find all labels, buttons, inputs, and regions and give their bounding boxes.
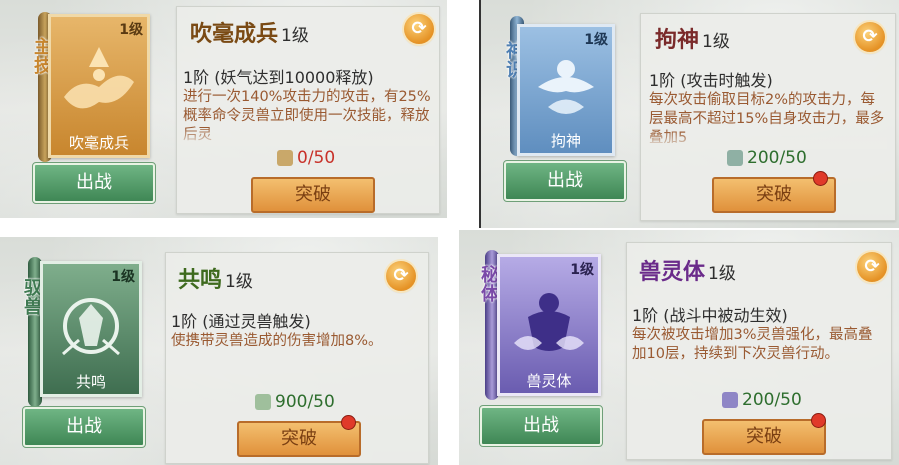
skill-title-text: 兽灵体 xyxy=(639,259,706,285)
skill-title-level: 1级 xyxy=(225,272,253,292)
scroll-level: 1级 xyxy=(570,262,594,278)
skill-art-icon xyxy=(538,60,594,114)
skill-title: 兽灵体 1级 xyxy=(639,254,736,286)
skill-title-text: 拘神 xyxy=(655,27,700,53)
refresh-icon[interactable]: ⟳ xyxy=(857,252,887,282)
notification-dot xyxy=(813,171,828,186)
skill-title-level: 1级 xyxy=(281,26,309,46)
material-count: 200/50 xyxy=(727,148,807,168)
skill-title-level: 1级 xyxy=(702,32,730,52)
material-count: 200/50 xyxy=(722,390,802,410)
skill-title: 共鸣 1级 xyxy=(178,262,253,294)
material-icon xyxy=(727,150,743,166)
skill-title: 吹毫成兵 1级 xyxy=(190,16,309,48)
skill-stage: 1阶 (通过灵兽触发) xyxy=(171,312,311,331)
skill-art-icon xyxy=(62,298,120,356)
scroll-level: 1级 xyxy=(111,269,135,285)
notification-dot xyxy=(811,413,826,428)
refresh-icon[interactable]: ⟳ xyxy=(386,261,416,291)
skill-card-3: 驭兽 1级 共鸣 出战 共鸣 1级 ⟳ 1阶 (通过灵兽触发) 使携带灵兽造成的伤… xyxy=(0,237,438,465)
material-count: 900/50 xyxy=(255,392,335,412)
material-icon xyxy=(277,150,293,166)
skill-scroll[interactable]: 1级 拘神 xyxy=(517,24,615,156)
skill-card-2: 神识 1级 拘神 出战 拘神 1级 ⟳ 1阶 (攻击时触发) 每次攻击偷取目标2%… xyxy=(479,0,899,228)
skill-scroll[interactable]: 1级 吹毫成兵 xyxy=(48,14,150,158)
skill-title: 拘神 1级 xyxy=(655,22,730,54)
skill-stage: 1阶 (妖气达到10000释放) xyxy=(183,68,374,87)
refresh-icon[interactable]: ⟳ xyxy=(855,22,885,52)
skill-scroll[interactable]: 1级 共鸣 xyxy=(40,261,142,397)
skill-stage: 1阶 (战斗中被动生效) xyxy=(632,306,788,325)
skill-card-1: 主技 1级 吹毫成兵 出战 吹毫成兵 1级 ⟳ 1阶 (妖气达到10000释放) … xyxy=(0,0,447,218)
skill-description: 使携带灵兽造成的伤害增加8%。 xyxy=(171,333,383,349)
skill-art-icon xyxy=(64,47,134,109)
refresh-icon[interactable]: ⟳ xyxy=(404,14,434,44)
scroll-level: 1级 xyxy=(584,32,608,48)
material-count-text: 900/50 xyxy=(275,392,335,412)
material-count-text: 200/50 xyxy=(747,148,807,168)
material-count-text: 200/50 xyxy=(742,390,802,410)
desc-fade xyxy=(649,131,887,149)
skill-art-icon xyxy=(514,293,584,351)
breakthrough-button[interactable]: 突破 xyxy=(251,177,375,213)
material-count: 0/50 xyxy=(277,148,335,168)
scroll-name: 共鸣 xyxy=(75,373,106,391)
deploy-button[interactable]: 出战 xyxy=(479,405,603,447)
skill-scroll[interactable]: 1级 兽灵体 xyxy=(497,254,601,396)
breakthrough-button[interactable]: 突破 xyxy=(702,419,826,455)
scroll-level: 1级 xyxy=(119,22,143,38)
deploy-button[interactable]: 出战 xyxy=(22,406,146,448)
skill-title-text: 共鸣 xyxy=(178,267,223,293)
material-icon xyxy=(255,394,271,410)
scroll-name: 拘神 xyxy=(550,132,581,150)
scroll-name: 吹毫成兵 xyxy=(68,134,129,152)
desc-fade xyxy=(183,128,435,146)
deploy-button[interactable]: 出战 xyxy=(32,162,156,204)
skill-title-level: 1级 xyxy=(708,264,736,284)
material-count-text: 0/50 xyxy=(297,148,336,168)
skill-stage: 1阶 (攻击时触发) xyxy=(649,71,773,90)
material-icon xyxy=(722,392,738,408)
skill-title-text: 吹毫成兵 xyxy=(190,21,279,47)
skill-card-4: 秘体 1级 兽灵体 出战 兽灵体 1级 ⟳ 1阶 (战斗中被动生效) 每次被攻击增… xyxy=(459,230,899,465)
deploy-button[interactable]: 出战 xyxy=(503,160,627,202)
scroll-name: 兽灵体 xyxy=(526,372,572,390)
skill-description: 每次被攻击增加3%灵兽强化，最高叠加10层，持续到下次灵兽行动。 xyxy=(632,327,873,362)
notification-dot xyxy=(341,415,356,430)
